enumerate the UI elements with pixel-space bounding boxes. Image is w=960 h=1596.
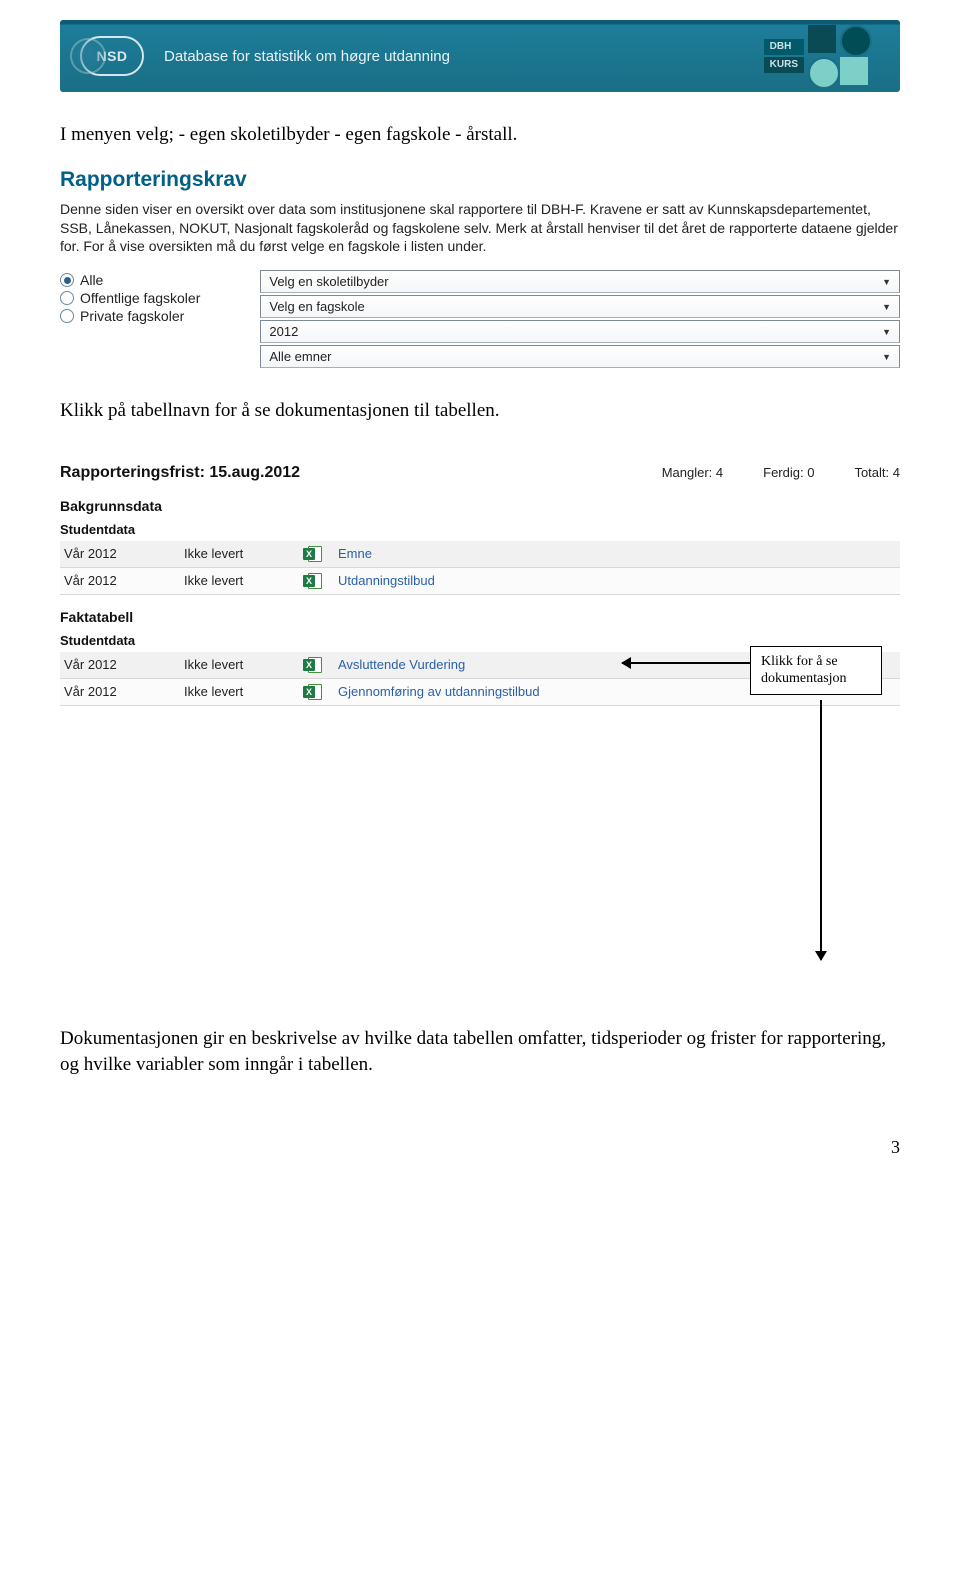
radio-alle[interactable]: Alle: [60, 272, 200, 288]
excel-icon[interactable]: [304, 573, 322, 589]
cell-status: Ikke levert: [184, 546, 294, 561]
link-utdanningstilbud[interactable]: Utdanningstilbud: [338, 573, 435, 588]
excel-icon[interactable]: [304, 657, 322, 673]
logo-shape: [840, 57, 868, 85]
select-value: 2012: [269, 324, 298, 339]
radio-label: Private fagskoler: [80, 308, 184, 324]
rapporteringskrav-heading: Rapporteringskrav: [60, 168, 900, 192]
category-faktatabell: Faktatabell: [60, 609, 900, 625]
table-row: Vår 2012 Ikke levert Emne: [60, 541, 900, 568]
header-title: Database for statistikk om høgre utdanni…: [164, 48, 450, 65]
arrow-down: [820, 700, 822, 960]
logo-shape: [840, 25, 872, 57]
radio-private[interactable]: Private fagskoler: [60, 308, 200, 324]
header-right-logo: DBH KURS: [764, 20, 900, 92]
click-instruction: Klikk på tabellnavn for å se dokumentasj…: [60, 398, 900, 424]
callout-line1: Klikk for å se: [761, 654, 838, 669]
cell-status: Ikke levert: [184, 684, 294, 699]
radio-label: Offentlige fagskoler: [80, 290, 200, 306]
cell-semester: Vår 2012: [64, 546, 174, 561]
status-header: Rapporteringsfrist: 15.aug.2012 Mangler:…: [60, 464, 900, 482]
select-emner[interactable]: Alle emner ▼: [260, 345, 900, 368]
cell-status: Ikke levert: [184, 657, 294, 672]
page-number: 3: [60, 1137, 900, 1158]
category-bakgrunnsdata: Bakgrunnsdata: [60, 498, 900, 514]
frist-title: Rapporteringsfrist: 15.aug.2012: [60, 464, 300, 482]
filter-area: Alle Offentlige fagskoler Private fagsko…: [60, 270, 900, 368]
chevron-down-icon: ▼: [882, 302, 891, 312]
select-skoletilbyder[interactable]: Velg en skoletilbyder ▼: [260, 270, 900, 293]
header-decoration: [60, 20, 115, 92]
callout-line2: dokumentasjon: [761, 671, 847, 686]
radio-label: Alle: [80, 272, 103, 288]
link-gjennomforing[interactable]: Gjennomføring av utdanningstilbud: [338, 684, 540, 699]
cell-semester: Vår 2012: [64, 684, 174, 699]
select-year[interactable]: 2012 ▼: [260, 320, 900, 343]
select-value: Velg en fagskole: [269, 299, 364, 314]
closing-paragraph: Dokumentasjonen gir en beskrivelse av hv…: [60, 1026, 900, 1077]
radio-group: Alle Offentlige fagskoler Private fagsko…: [60, 272, 200, 324]
select-value: Velg en skoletilbyder: [269, 274, 388, 289]
select-fagskole[interactable]: Velg en fagskole ▼: [260, 295, 900, 318]
cell-status: Ikke levert: [184, 573, 294, 588]
rapporteringskrav-paragraph: Denne siden viser en oversikt over data …: [60, 200, 900, 257]
totalt-stat: Totalt: 4: [854, 465, 900, 480]
ferdig-stat: Ferdig: 0: [763, 465, 814, 480]
chevron-down-icon: ▼: [882, 277, 891, 287]
link-avsluttende-vurdering[interactable]: Avsluttende Vurdering: [338, 657, 465, 672]
header-banner: NSD Database for statistikk om høgre utd…: [60, 20, 900, 92]
callout-box: Klikk for å se dokumentasjon: [750, 646, 882, 695]
intro-text: I menyen velg; - egen skoletilbyder - eg…: [60, 122, 900, 148]
logo-shape: [808, 25, 836, 53]
arrow-left: [622, 662, 752, 664]
radio-offentlige[interactable]: Offentlige fagskoler: [60, 290, 200, 306]
cell-semester: Vår 2012: [64, 657, 174, 672]
link-emne[interactable]: Emne: [338, 546, 372, 561]
radio-icon: [60, 291, 74, 305]
kurs-badge: KURS: [764, 57, 804, 73]
excel-icon[interactable]: [304, 546, 322, 562]
excel-icon[interactable]: [304, 684, 322, 700]
radio-icon: [60, 309, 74, 323]
radio-icon: [60, 273, 74, 287]
chevron-down-icon: ▼: [882, 352, 891, 362]
mangler-stat: Mangler: 4: [662, 465, 723, 480]
dbh-badge: DBH: [764, 39, 804, 55]
select-value: Alle emner: [269, 349, 331, 364]
callout-wrap: Vår 2012 Ikke levert Avsluttende Vurderi…: [60, 652, 900, 706]
cell-semester: Vår 2012: [64, 573, 174, 588]
logo-shape: [808, 57, 840, 89]
chevron-down-icon: ▼: [882, 327, 891, 337]
table-row: Vår 2012 Ikke levert Utdanningstilbud: [60, 568, 900, 595]
subcategory-studentdata: Studentdata: [60, 522, 900, 537]
